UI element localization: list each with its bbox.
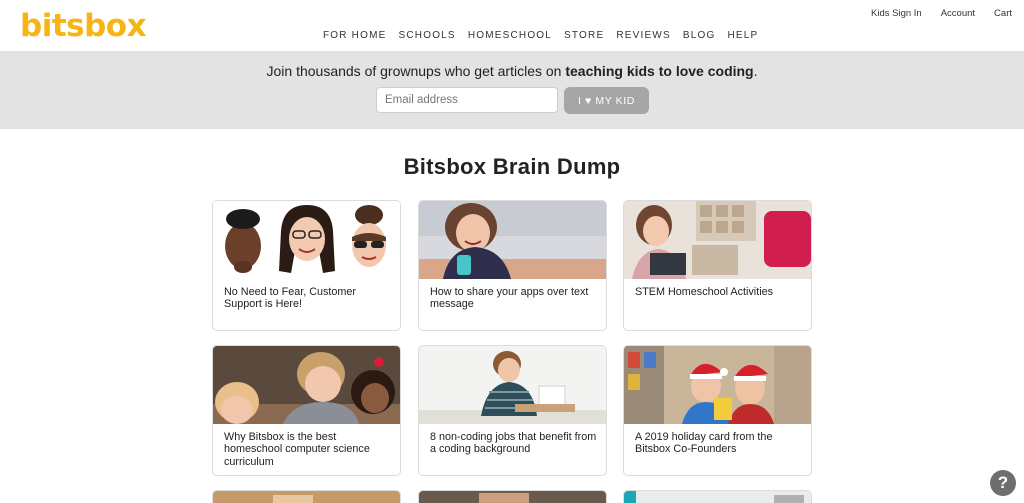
- nav-for-home[interactable]: FOR HOME: [323, 30, 387, 42]
- nav-help[interactable]: HELP: [727, 30, 758, 42]
- newsletter-signup-band: Join thousands of grownups who get artic…: [0, 51, 1024, 129]
- page-title: Bitsbox Brain Dump: [403, 154, 621, 179]
- article-thumbnail-holiday-card: [624, 346, 811, 424]
- nav-reviews[interactable]: REVIEWS: [616, 30, 671, 42]
- i-love-my-kid-button[interactable]: I ♥ MY KID: [564, 87, 649, 114]
- nav-blog[interactable]: BLOG: [683, 30, 716, 42]
- article-card[interactable]: Why Bitsbox is the best homeschool compu…: [212, 345, 401, 476]
- article-title: A 2019 holiday card from the Bitsbox Co-…: [635, 431, 773, 456]
- main-nav: FOR HOME SCHOOLS HOMESCHOOL STORE REVIEW…: [323, 30, 770, 42]
- article-card[interactable]: [623, 490, 812, 503]
- nav-schools[interactable]: SCHOOLS: [399, 30, 456, 42]
- nav-homeschool[interactable]: HOMESCHOOL: [468, 30, 552, 42]
- site-header: bitsbox FOR HOME SCHOOLS HOMESCHOOL STOR…: [0, 0, 1024, 50]
- help-question-mark-icon[interactable]: ?: [990, 470, 1016, 496]
- article-thumbnail: [419, 491, 606, 503]
- article-title: How to share your apps over text message: [430, 286, 589, 311]
- article-card[interactable]: [418, 490, 607, 503]
- article-card[interactable]: STEM Homeschool Activities: [623, 200, 812, 331]
- article-thumbnail: [624, 491, 811, 503]
- signup-text-lead: Join thousands of grownups who get artic…: [266, 63, 566, 79]
- kids-sign-in-link[interactable]: Kids Sign In: [871, 8, 922, 20]
- article-card[interactable]: [212, 490, 401, 503]
- top-utility-nav: Kids Sign In Account Cart: [852, 8, 1012, 20]
- article-thumbnail-kids-reading: [213, 346, 400, 424]
- article-thumbnail-kid-with-phone: [419, 201, 606, 279]
- cart-link[interactable]: Cart: [994, 8, 1012, 20]
- article-thumbnail: [213, 491, 400, 503]
- email-input[interactable]: [376, 87, 558, 113]
- signup-message: Join thousands of grownups who get artic…: [0, 63, 1024, 79]
- article-title: 8 non-coding jobs that benefit from a co…: [430, 431, 597, 456]
- article-card[interactable]: No Need to Fear, Customer Support is Her…: [212, 200, 401, 331]
- article-card[interactable]: A 2019 holiday card from the Bitsbox Co-…: [623, 345, 812, 476]
- signup-text-end: .: [753, 63, 758, 79]
- article-thumbnail-homeschool: [624, 201, 811, 279]
- article-thumbnail-boy-coding: [419, 346, 606, 424]
- article-card[interactable]: 8 non-coding jobs that benefit from a co…: [418, 345, 607, 476]
- bitsbox-logo[interactable]: bitsbox: [20, 8, 147, 44]
- article-thumbnail-support-team: [213, 201, 400, 279]
- article-title: STEM Homeschool Activities: [635, 286, 774, 298]
- article-card[interactable]: How to share your apps over text message: [418, 200, 607, 331]
- article-title: No Need to Fear, Customer Support is Her…: [224, 286, 357, 311]
- article-title: Why Bitsbox is the best homeschool compu…: [224, 431, 370, 468]
- signup-text-bold: teaching kids to love coding: [565, 63, 754, 79]
- account-link[interactable]: Account: [941, 8, 975, 20]
- nav-store[interactable]: STORE: [564, 30, 604, 42]
